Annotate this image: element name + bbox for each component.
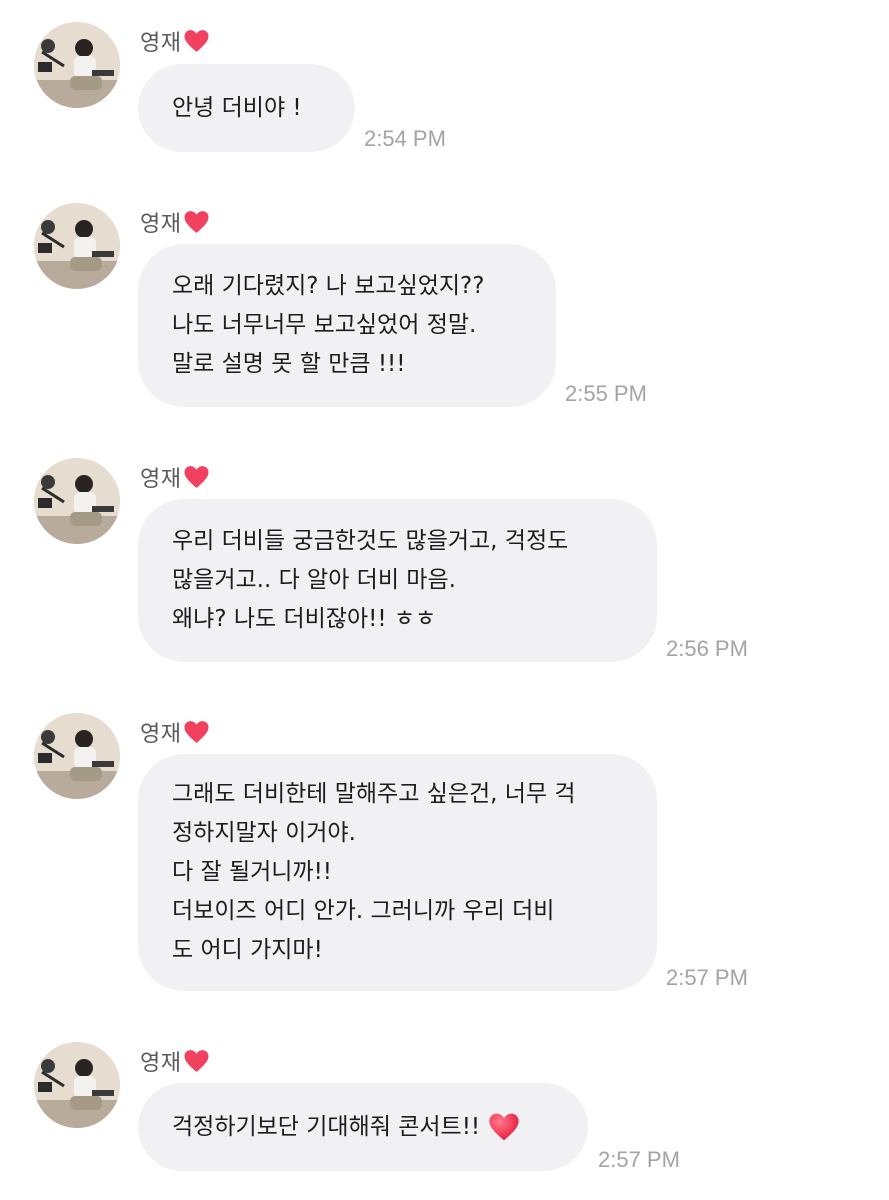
message-text: 나도 너무너무 보고싶었어 정말. bbox=[172, 312, 477, 338]
timestamp: 2:57 PM bbox=[598, 1147, 680, 1172]
message-text-line: 걱정하기보단 기대해줘 콘서트!! bbox=[172, 1108, 554, 1147]
heart-emoji-icon bbox=[488, 1112, 520, 1142]
avatar[interactable] bbox=[34, 22, 120, 108]
message-bubble[interactable]: 우리 더비들 궁금한것도 많을거고, 걱정도 많을거고.. 다 알아 더비 마음… bbox=[138, 499, 657, 662]
avatar[interactable] bbox=[34, 1042, 120, 1128]
message-text: 정하지말자 이거야. bbox=[172, 820, 356, 846]
timestamp: 2:54 PM bbox=[364, 126, 446, 151]
avatar[interactable] bbox=[34, 458, 120, 544]
avatar[interactable] bbox=[34, 203, 120, 289]
message-text: 우리 더비들 궁금한것도 많을거고, 걱정도 bbox=[172, 528, 569, 554]
timestamp: 2:55 PM bbox=[565, 381, 647, 406]
avatar[interactable] bbox=[34, 713, 120, 799]
message-bubble[interactable]: 안녕 더비야 ! bbox=[138, 64, 355, 152]
heart-icon bbox=[183, 29, 210, 53]
message-text: 그래도 더비한테 말해주고 싶은건, 너무 걱 bbox=[172, 781, 576, 807]
sender-name: 영재 bbox=[140, 722, 182, 747]
heart-icon bbox=[183, 1049, 210, 1073]
message-text: 도 어디 가지마! bbox=[172, 937, 323, 963]
sender: 영재 bbox=[140, 24, 210, 58]
sender-name: 영재 bbox=[140, 467, 182, 492]
heart-icon bbox=[183, 210, 210, 234]
message-text: 왜냐? 나도 더비잖아!! ㅎㅎ bbox=[172, 606, 437, 632]
message-text: 걱정하기보단 기대해줘 콘서트!! bbox=[172, 1113, 481, 1140]
sender: 영재 bbox=[140, 1044, 210, 1078]
heart-icon bbox=[183, 720, 210, 744]
message-text: 다 잘 될거니까!! bbox=[172, 859, 333, 885]
sender-name: 영재 bbox=[140, 1051, 182, 1076]
message-text: 안녕 더비야 ! bbox=[172, 94, 302, 121]
heart-icon bbox=[183, 465, 210, 489]
timestamp: 2:57 PM bbox=[666, 965, 748, 990]
message-bubble[interactable]: 걱정하기보단 기대해줘 콘서트!! bbox=[138, 1083, 588, 1171]
message-bubble[interactable]: 오래 기다렸지? 나 보고싶었지?? 나도 너무너무 보고싶었어 정말. 말로 … bbox=[138, 244, 556, 407]
message-bubble[interactable]: 그래도 더비한테 말해주고 싶은건, 너무 걱 정하지말자 이거야. 다 잘 될… bbox=[138, 754, 657, 991]
timestamp: 2:56 PM bbox=[666, 636, 748, 661]
message-text: 말로 설명 못 할 만큼 !!! bbox=[172, 351, 406, 377]
sender-name: 영재 bbox=[140, 31, 182, 56]
sender: 영재 bbox=[140, 715, 210, 749]
sender: 영재 bbox=[140, 205, 210, 239]
message-text: 많을거고.. 다 알아 더비 마음. bbox=[172, 567, 456, 593]
message-text: 오래 기다렸지? 나 보고싶었지?? bbox=[172, 273, 485, 299]
sender: 영재 bbox=[140, 460, 210, 494]
sender-name: 영재 bbox=[140, 212, 182, 237]
message-text: 더보이즈 어디 안가. 그러니까 우리 더비 bbox=[172, 898, 555, 924]
